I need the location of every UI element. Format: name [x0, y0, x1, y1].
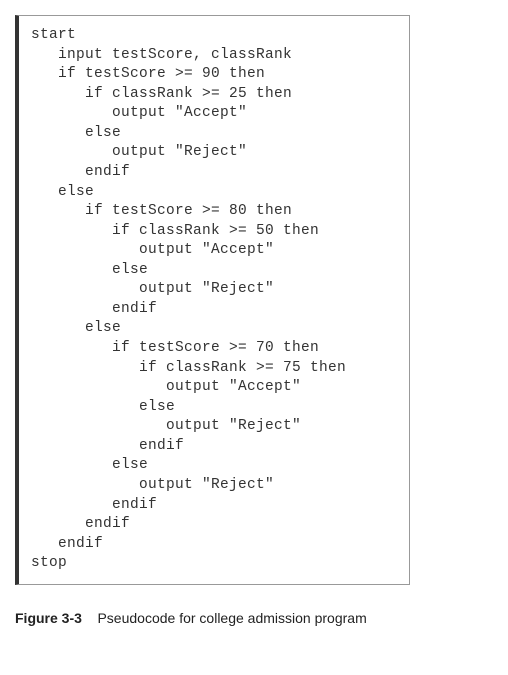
code-box: start input testScore, classRank if test… — [15, 15, 410, 585]
figure-caption-spacer — [86, 610, 94, 626]
pseudocode-block: start input testScore, classRank if test… — [31, 26, 401, 574]
figure-caption: Figure 3-3 Pseudocode for college admiss… — [15, 610, 493, 626]
figure-label: Figure 3-3 — [15, 610, 82, 626]
figure-caption-text: Pseudocode for college admission program — [97, 610, 366, 626]
